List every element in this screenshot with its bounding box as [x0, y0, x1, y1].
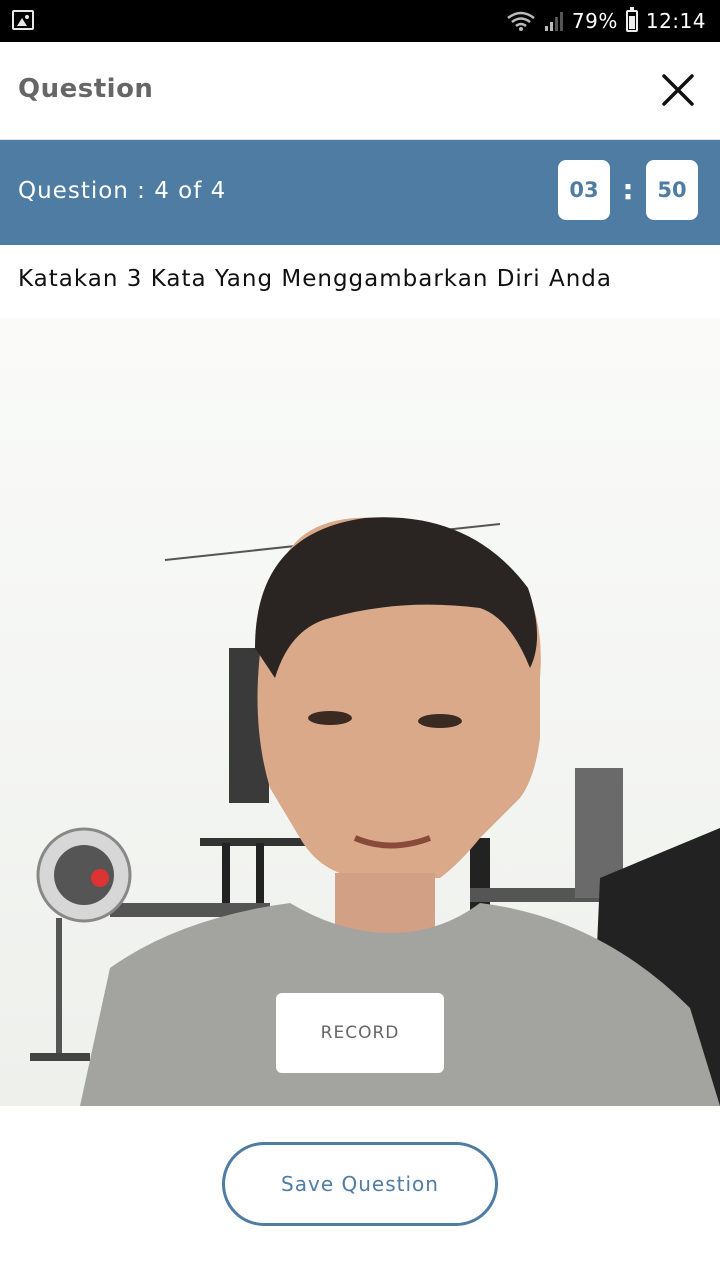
- gallery-icon: [12, 10, 34, 30]
- camera-preview: [0, 318, 720, 1106]
- signal-icon: [544, 12, 563, 31]
- battery-percent: 79%: [571, 9, 618, 33]
- app-header: Question: [0, 42, 720, 140]
- close-icon[interactable]: [658, 70, 698, 110]
- wifi-icon: [507, 11, 535, 31]
- timer-separator: :: [622, 173, 634, 206]
- question-bar: Question : 4 of 4 03 : 50: [0, 140, 720, 245]
- timer-seconds: 50: [646, 160, 698, 220]
- save-question-button[interactable]: Save Question: [222, 1142, 498, 1226]
- camera-scene-illustration: [0, 318, 720, 1106]
- question-text: Katakan 3 Kata Yang Menggambarkan Diri A…: [18, 266, 612, 292]
- status-bar: 79% 12:14: [0, 0, 720, 42]
- timer-minutes: 03: [558, 160, 610, 220]
- question-counter: Question : 4 of 4: [18, 178, 227, 204]
- record-button[interactable]: RECORD: [276, 993, 444, 1073]
- clock: 12:14: [645, 9, 706, 33]
- status-right: 79% 12:14: [506, 7, 706, 35]
- page-title: Question: [18, 74, 154, 104]
- countdown-timer: 03 : 50: [558, 160, 698, 220]
- battery-icon: [625, 7, 638, 32]
